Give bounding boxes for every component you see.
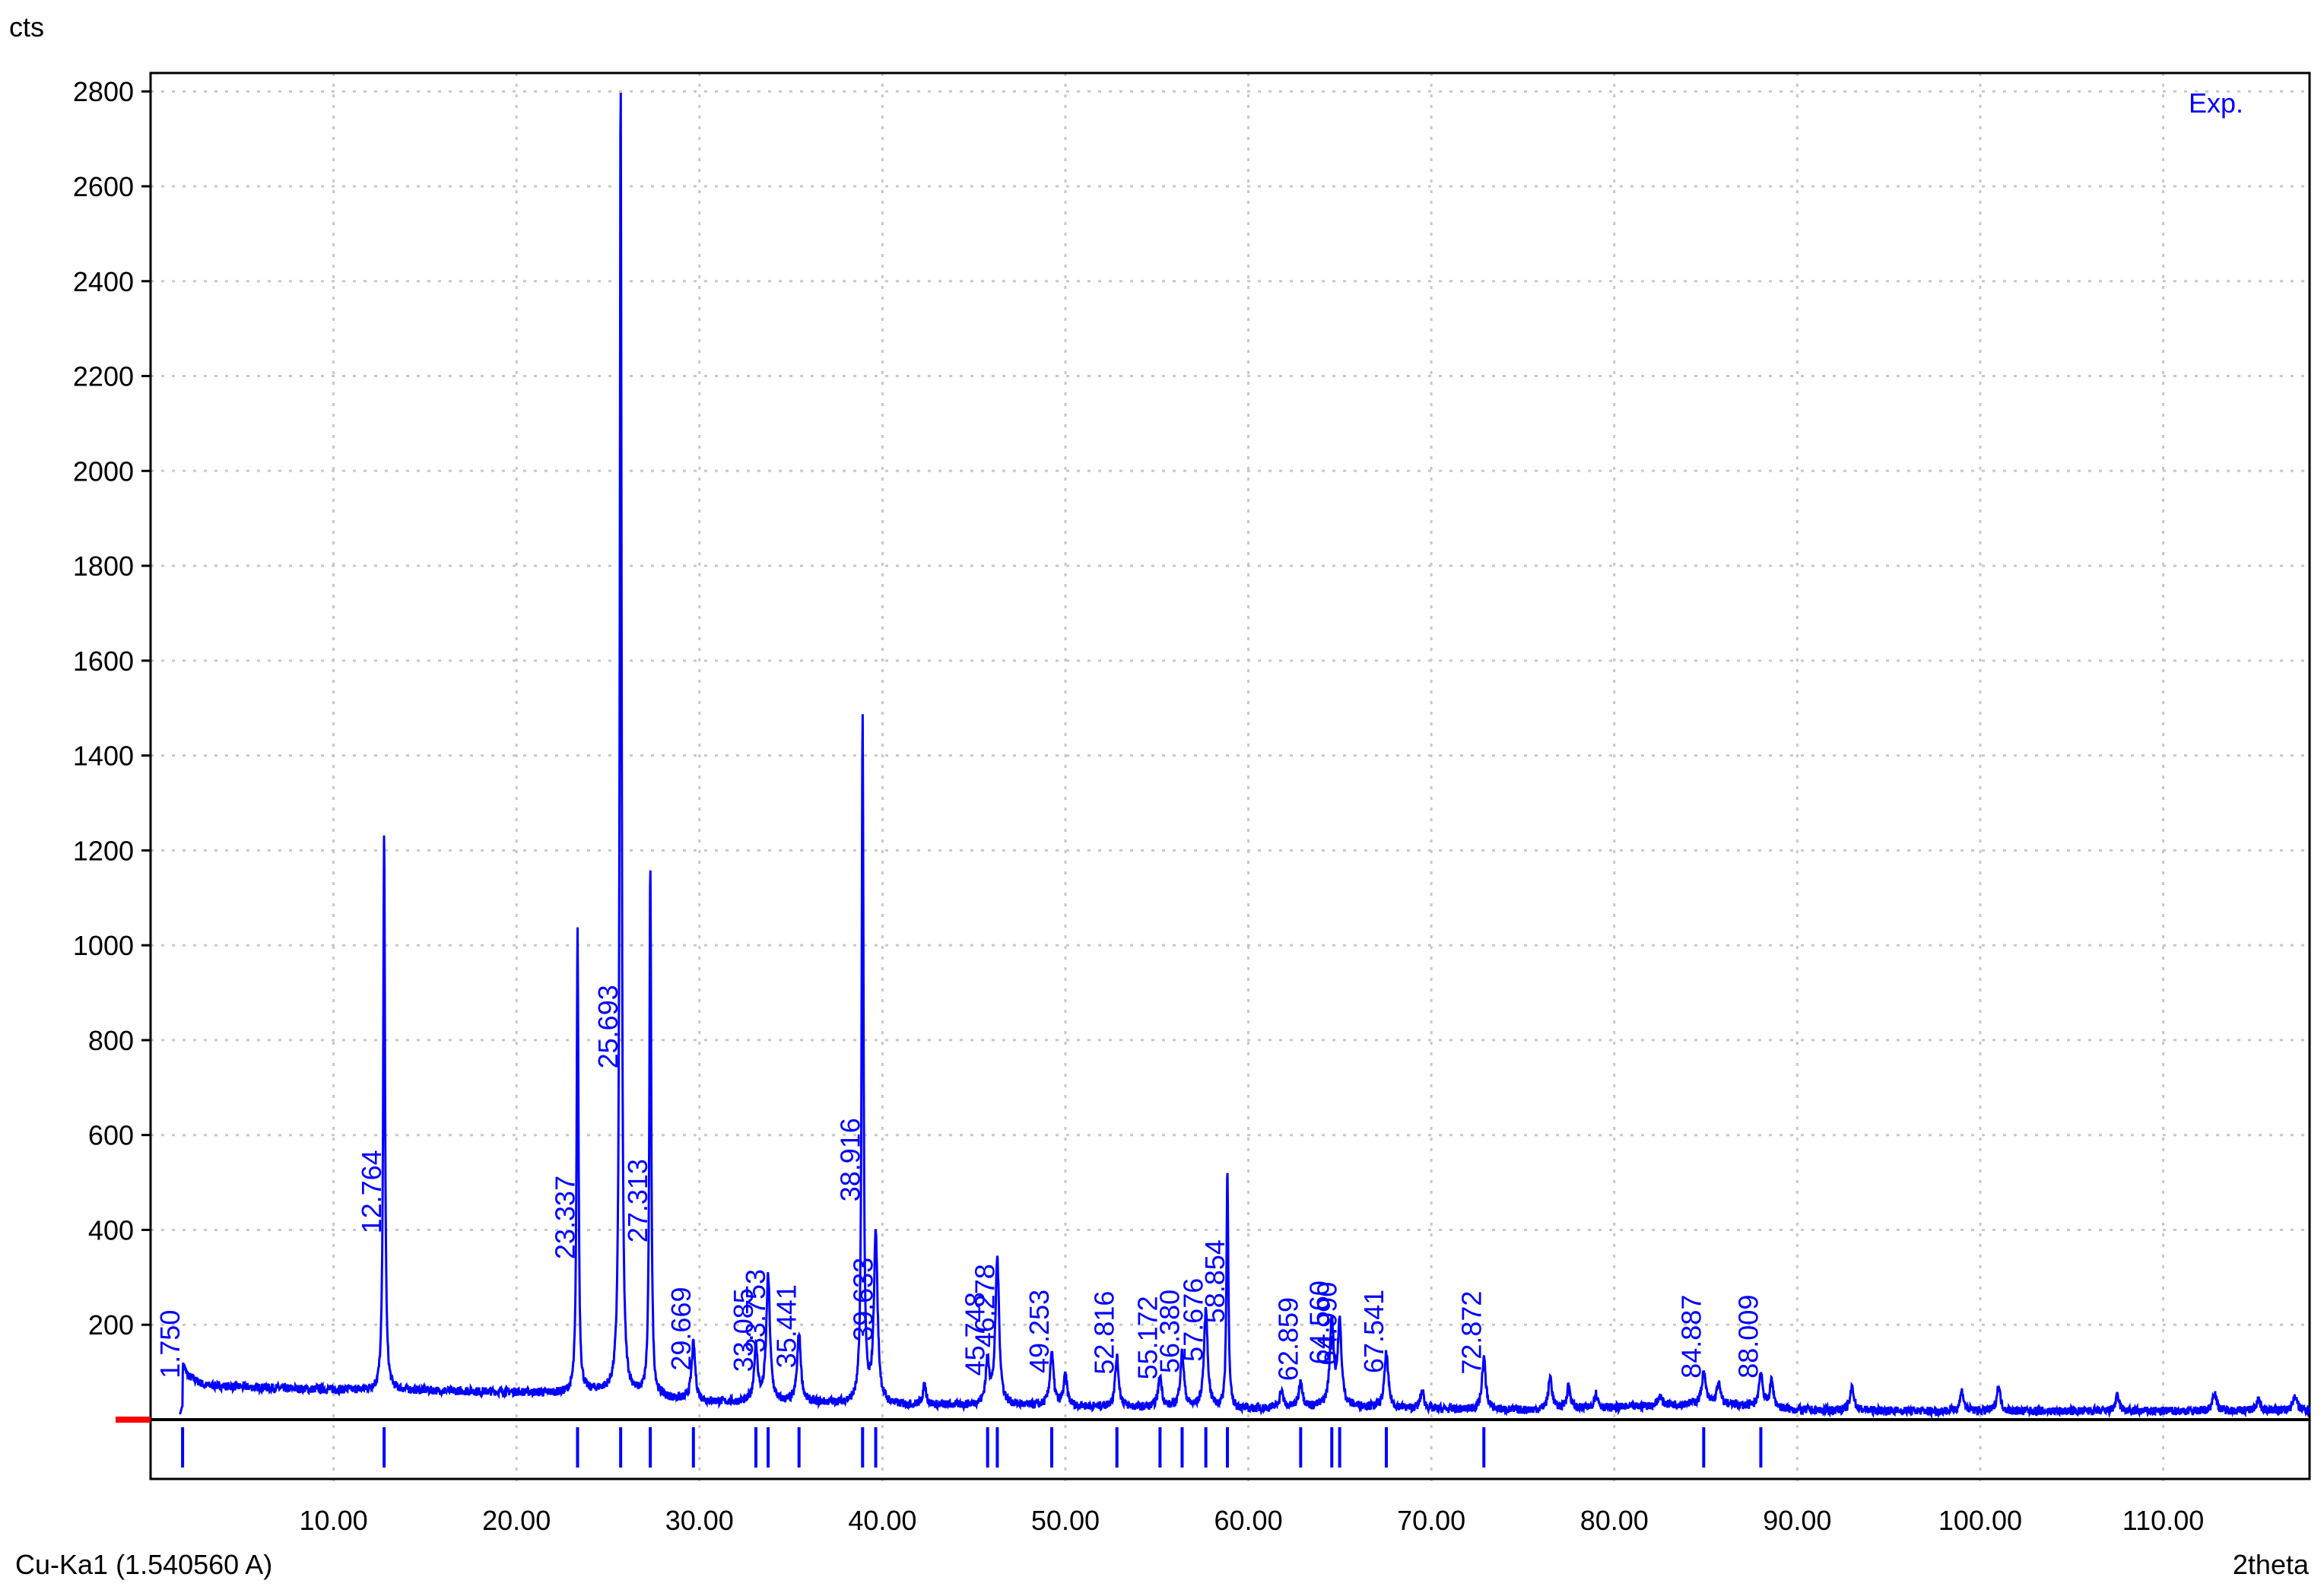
x-tick-label: 40.00 <box>848 1505 916 1536</box>
legend-entry-exp: Exp. <box>2189 87 2243 119</box>
x-tick-label: 30.00 <box>665 1505 734 1536</box>
y-tick-label: 800 <box>88 1025 134 1056</box>
y-tick-label: 1800 <box>73 551 134 582</box>
peak-label: 29.669 <box>665 1287 697 1371</box>
peak-label: 23.337 <box>549 1176 580 1259</box>
y-tick-label: 200 <box>88 1309 134 1341</box>
peak-label: 58.854 <box>1199 1239 1230 1323</box>
y-tick-label: 400 <box>88 1214 134 1246</box>
x-tick-label: 90.00 <box>1763 1505 1831 1536</box>
peak-label: 38.916 <box>834 1118 865 1201</box>
peak-label: 46.278 <box>969 1264 1000 1347</box>
experimental-pattern-line <box>179 92 2311 1420</box>
y-tick-label: 1200 <box>73 835 134 866</box>
peak-label: 35.441 <box>771 1284 802 1368</box>
y-tick-label: 1400 <box>73 741 134 772</box>
y-tick-label: 600 <box>88 1120 134 1151</box>
peak-label: 62.859 <box>1272 1297 1303 1381</box>
x-tick-label: 20.00 <box>482 1505 551 1536</box>
y-tick-label: 2400 <box>73 266 134 297</box>
peak-label: 67.541 <box>1358 1290 1389 1373</box>
xrd-chart: 200 400 600 800 1000 1200 1400 1600 1800 2000 2200… <box>9 11 2311 1580</box>
peak-labels: 1.75012.764 23.33725.69327.31329.669 33.08… <box>154 985 1764 1381</box>
peak-label: 27.313 <box>622 1159 653 1242</box>
peak-label: 72.872 <box>1456 1291 1487 1375</box>
x-tick-label: 80.00 <box>1580 1505 1649 1536</box>
x-tick-label: 10.00 <box>300 1505 368 1536</box>
peak-label: 88.009 <box>1732 1295 1764 1379</box>
x-tick-label: 60.00 <box>1214 1505 1283 1536</box>
y-tick-label: 1600 <box>73 646 134 677</box>
y-axis-label: cts <box>9 11 44 43</box>
peak-label: 84.887 <box>1675 1295 1706 1379</box>
reference-peak-markers <box>181 1427 1763 1468</box>
peak-label: 52.816 <box>1089 1291 1120 1375</box>
x-tick-label: 50.00 <box>1031 1505 1100 1536</box>
x-tick-label: 110.00 <box>2122 1505 2204 1536</box>
peak-label: 25.693 <box>592 985 624 1068</box>
peak-label: 1.750 <box>154 1310 186 1379</box>
y-tick-label: 2800 <box>73 76 134 107</box>
peak-label: 33.753 <box>740 1269 771 1353</box>
y-tick-label: 2600 <box>73 171 134 202</box>
peak-label: 39.633 <box>848 1258 879 1341</box>
y-tick-label: 1000 <box>73 930 134 961</box>
x-axis-label: 2theta <box>2233 1549 2310 1580</box>
wavelength-label: Cu-Ka1 (1.540560 A) <box>15 1549 272 1580</box>
peak-label: 64.990 <box>1312 1282 1343 1366</box>
peak-label: 49.253 <box>1024 1290 1055 1373</box>
x-tick-label: 70.00 <box>1397 1505 1465 1536</box>
y-tick-label: 2000 <box>73 455 134 487</box>
x-tick-label: 100.00 <box>1938 1505 2022 1536</box>
y-tick-label: 2200 <box>73 361 134 392</box>
peak-label: 12.764 <box>356 1150 387 1233</box>
